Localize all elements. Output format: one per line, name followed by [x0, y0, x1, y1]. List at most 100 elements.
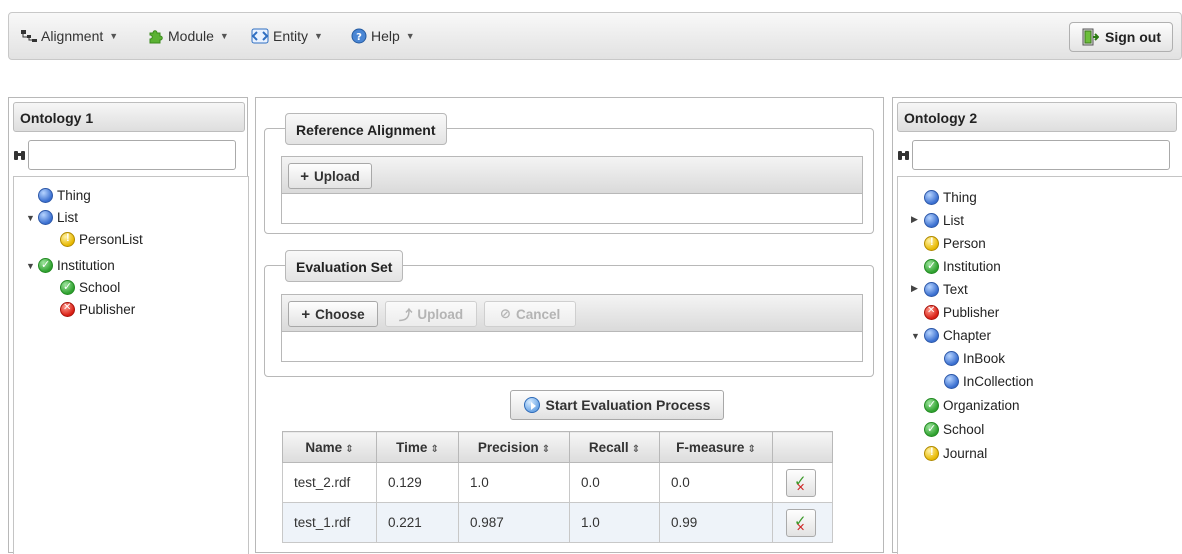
- column-header-name[interactable]: Name ⇕: [282, 431, 377, 463]
- remove-result-button[interactable]: ✓ ✕: [786, 508, 816, 537]
- warning-icon: [924, 235, 939, 251]
- tree-node-label: Institution: [57, 257, 115, 273]
- play-icon: [523, 397, 540, 413]
- column-header-time[interactable]: Time ⇕: [376, 431, 459, 463]
- tree-node-label: PersonList: [79, 231, 143, 247]
- tree-node-school[interactable]: School: [60, 276, 120, 298]
- tree-node-incollection[interactable]: InCollection: [944, 370, 1034, 392]
- evaluation-upload-label: Upload: [417, 306, 464, 322]
- chevron-down-icon: ▼: [109, 31, 119, 41]
- reference-alignment-fieldset: Reference Alignment + Upload: [264, 113, 874, 234]
- evaluation-upload-content: [281, 332, 863, 362]
- reference-upload-button[interactable]: + Upload: [288, 163, 372, 189]
- sort-icon: ⇕: [430, 443, 439, 455]
- expand-toggle-icon[interactable]: ▼: [911, 331, 920, 341]
- ontology1-tree: Thing ▼ List PersonList ▼ Institution Sc…: [13, 176, 249, 554]
- exit-door-icon: [1082, 28, 1099, 46]
- error-icon: [60, 301, 75, 317]
- evaluation-panel: Reference Alignment + Upload Evaluation …: [255, 97, 884, 553]
- choose-button[interactable]: + Choose: [288, 301, 378, 327]
- tree-node-thing[interactable]: Thing: [38, 184, 91, 206]
- expand-toggle-icon[interactable]: ▶: [911, 214, 918, 225]
- menu-help-label: Help: [371, 28, 400, 44]
- menu-help[interactable]: ? Help ▼: [351, 25, 415, 47]
- alignment-tree-icon: [21, 30, 37, 42]
- tree-node-thing[interactable]: Thing: [924, 186, 977, 208]
- tree-node-label: Publisher: [79, 301, 136, 317]
- ontology2-search-input[interactable]: [912, 140, 1170, 170]
- upload-arrow-icon: ⤴: [398, 308, 413, 323]
- sign-out-button[interactable]: Sign out: [1069, 22, 1173, 52]
- tree-node-list[interactable]: List: [924, 209, 964, 231]
- class-icon: [924, 281, 939, 297]
- tree-node-organization[interactable]: Organization: [924, 394, 1020, 416]
- tree-node-chapter[interactable]: Chapter: [924, 324, 991, 346]
- class-icon: [924, 189, 939, 205]
- evaluation-upload-button[interactable]: ⤴ Upload: [385, 301, 477, 327]
- warning-icon: [60, 231, 75, 247]
- error-icon: [924, 304, 939, 320]
- menu-alignment[interactable]: Alignment ▼: [21, 25, 118, 47]
- help-icon: ?: [351, 28, 367, 44]
- start-evaluation-button[interactable]: Start Evaluation Process: [510, 390, 724, 420]
- chevron-down-icon: ▼: [405, 31, 415, 41]
- tree-node-label: Chapter: [943, 327, 992, 343]
- start-evaluation-label: Start Evaluation Process: [545, 397, 711, 413]
- reference-upload-content: [281, 194, 863, 224]
- check-icon: [924, 397, 939, 413]
- cell-recall: 1.0: [569, 502, 660, 543]
- tree-node-publisher[interactable]: Publisher: [924, 301, 999, 323]
- sort-icon: ⇕: [541, 443, 551, 455]
- tree-node-person[interactable]: Person: [924, 232, 986, 254]
- cell-precision: 1.0: [458, 462, 570, 503]
- menu-entity[interactable]: Entity ▼: [251, 25, 323, 47]
- tree-node-institution[interactable]: Institution: [924, 255, 1001, 277]
- check-icon: [38, 257, 53, 273]
- cancel-button[interactable]: ⊘ Cancel: [484, 301, 576, 327]
- tree-node-list[interactable]: List: [38, 206, 78, 228]
- tree-node-text[interactable]: Text: [924, 278, 968, 300]
- reference-alignment-legend: Reference Alignment: [285, 113, 447, 145]
- menu-alignment-label: Alignment: [41, 28, 104, 44]
- tree-node-personlist[interactable]: PersonList: [60, 228, 143, 250]
- class-icon: [924, 327, 939, 343]
- column-header-label: F-measure: [676, 439, 745, 455]
- tree-node-school[interactable]: School: [924, 418, 984, 440]
- tree-node-label: List: [943, 212, 965, 228]
- tree-node-journal[interactable]: Journal: [924, 442, 987, 464]
- check-icon: [924, 421, 939, 437]
- class-icon: [38, 209, 53, 225]
- cell-name: test_2.rdf: [282, 462, 377, 503]
- plus-icon: +: [301, 305, 311, 323]
- entity-icon: [251, 28, 269, 44]
- warning-icon: [924, 445, 939, 461]
- table-row: test_2.rdf 0.129 1.0 0.0 0.0 ✓ ✕: [282, 462, 833, 503]
- evaluation-set-fieldset: Evaluation Set + Choose ⤴ Upload ⊘ Cance…: [264, 250, 874, 377]
- sign-out-label: Sign out: [1105, 29, 1161, 45]
- menu-entity-label: Entity: [273, 28, 309, 44]
- column-header-precision[interactable]: Precision ⇕: [458, 431, 570, 463]
- tree-node-inbook[interactable]: InBook: [944, 347, 1005, 369]
- tree-node-label: Institution: [943, 258, 1001, 274]
- column-header-label: Name: [305, 439, 343, 455]
- class-icon: [944, 373, 959, 389]
- cell-actions: ✓ ✕: [772, 462, 833, 503]
- menu-module[interactable]: Module ▼: [147, 25, 229, 47]
- tree-node-label: Person: [943, 235, 986, 251]
- remove-result-button[interactable]: ✓ ✕: [786, 468, 816, 497]
- expand-toggle-icon[interactable]: ▼: [26, 213, 35, 223]
- column-header-actions: [772, 431, 833, 463]
- ontology1-search-input[interactable]: [28, 140, 236, 170]
- check-icon: [924, 258, 939, 274]
- cell-recall: 0.0: [569, 462, 660, 503]
- binoculars-icon: [898, 150, 909, 160]
- menu-module-label: Module: [168, 28, 214, 44]
- tree-node-institution[interactable]: Institution: [38, 254, 115, 276]
- column-header-fmeasure[interactable]: F-measure ⇕: [659, 431, 773, 463]
- cell-name: test_1.rdf: [282, 502, 377, 543]
- expand-toggle-icon[interactable]: ▼: [26, 261, 35, 271]
- expand-toggle-icon[interactable]: ▶: [911, 283, 918, 294]
- tree-node-publisher[interactable]: Publisher: [60, 298, 135, 320]
- column-header-recall[interactable]: Recall ⇕: [569, 431, 660, 463]
- tree-node-label: Publisher: [943, 304, 1000, 320]
